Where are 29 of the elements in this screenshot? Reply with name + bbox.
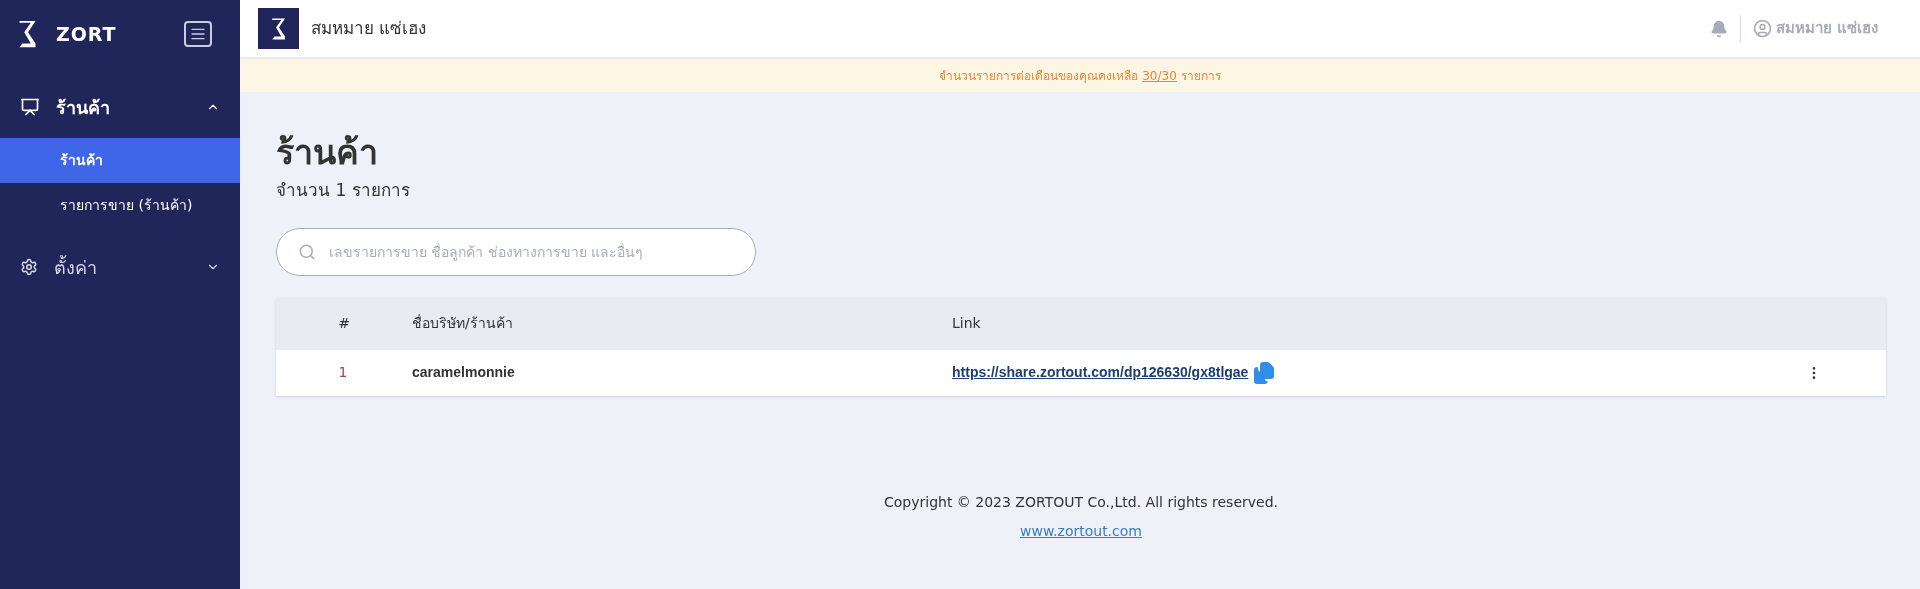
brand-name: ZORT xyxy=(56,21,117,47)
quota-text: จำนวนรายการต่อเดือนของคุณคงเหลือ xyxy=(939,67,1139,85)
gear-icon xyxy=(20,258,38,276)
column-header: # xyxy=(337,314,351,333)
record-count: จำนวน 1 รายการ xyxy=(276,179,411,202)
user-avatar-icon[interactable] xyxy=(1752,19,1772,38)
search-field[interactable]: เลขรายการขาย ชื่อลูกค้า ช่องทางการขาย และอื่นๆ xyxy=(276,227,756,276)
copyright-text: Copyright © 2023 ZORTOUT Co.,Ltd. All rights reserved. xyxy=(884,492,1278,512)
website-link[interactable]: www.zortout.com xyxy=(1020,520,1142,542)
sidebar-group[interactable]: ตั้งค่า xyxy=(0,236,240,298)
shop-name: สมหมาย แซ่เฮง xyxy=(311,16,427,40)
quota-unit: รายการ xyxy=(1180,67,1221,85)
logo-icon xyxy=(269,16,288,41)
table-cell-text: 1 xyxy=(337,363,349,382)
menu-toggle-button[interactable] xyxy=(184,21,212,47)
share-link[interactable]: https://share.zortout.com/dp126630/gx8tlgae xyxy=(950,362,1249,383)
sidebar-item[interactable]: รายการขาย (ร้านค้า) xyxy=(0,183,240,228)
sidebar-group-label: ตั้งค่า xyxy=(54,254,97,280)
page-title: ร้านค้า xyxy=(276,131,379,174)
table-cell-text: caramelmonnie xyxy=(411,363,516,382)
column-header: ชื่อบริษัท/ร้านค้า xyxy=(411,313,514,333)
sidebar-item[interactable]: ร้านค้า xyxy=(0,138,240,183)
search-icon xyxy=(298,242,316,261)
menu-icon xyxy=(190,26,206,42)
copy-icon[interactable] xyxy=(1252,360,1277,385)
notification-icon[interactable] xyxy=(1709,19,1728,38)
column-header: Link xyxy=(951,314,981,333)
sidebar-group-label: ร้านค้า xyxy=(56,95,110,120)
sidebar-group[interactable]: ร้านค้า xyxy=(0,76,240,138)
